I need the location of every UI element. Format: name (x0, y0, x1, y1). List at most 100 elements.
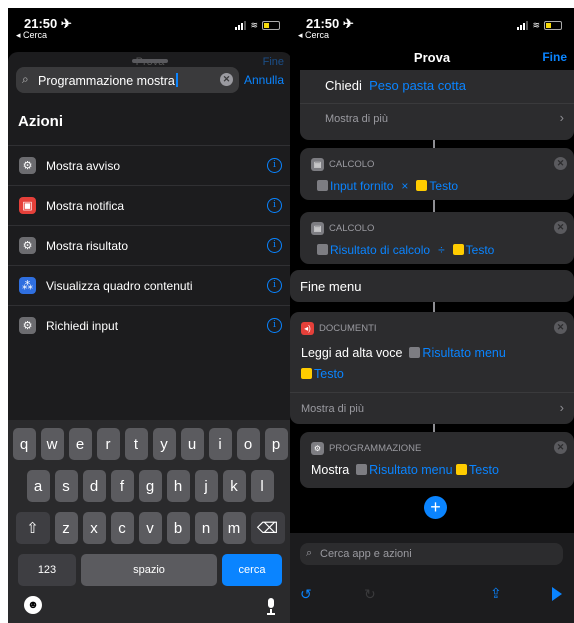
battery-icon (262, 21, 280, 30)
key-s[interactable]: s (54, 470, 78, 502)
card-header: DOCUMENTI (319, 323, 377, 334)
back-to-search-link[interactable]: ◂ Cerca (16, 30, 47, 41)
key-l[interactable]: l (250, 470, 274, 502)
variable-token[interactable]: Testo (469, 463, 499, 477)
info-icon[interactable]: i (267, 318, 282, 333)
remove-action-button[interactable]: ✕ (554, 321, 567, 334)
variable-icon (409, 347, 421, 358)
key-i[interactable]: i (208, 428, 232, 460)
gear-icon: ⚙ (19, 237, 36, 254)
show-more-link[interactable]: Mostra di più (301, 403, 364, 415)
variable-token[interactable]: Testo (314, 367, 344, 381)
calculator-icon: ▤ (311, 222, 324, 235)
key-w[interactable]: w (40, 428, 64, 460)
menu-result-token[interactable]: Risultato menu (422, 346, 505, 360)
editor-toolbar: ↺ ↻ ⇪ (290, 585, 574, 608)
info-icon[interactable]: i (267, 278, 282, 293)
action-mostra-notifica[interactable]: ▣ Mostra notifica i (8, 185, 292, 225)
connector-line (433, 424, 435, 432)
key-b[interactable]: b (166, 512, 190, 544)
ask-card[interactable]: Chiedi Peso pasta cotta Mostra di più › (300, 70, 574, 140)
variable-icon (356, 464, 368, 475)
shift-key[interactable]: ⇧ (15, 512, 50, 544)
clear-search-button[interactable]: ✕ (220, 73, 233, 86)
search-key[interactable]: cerca (222, 554, 282, 586)
speak-text-card[interactable]: ◂) DOCUMENTI ✕ Leggi ad alta voce Risulta… (290, 312, 574, 424)
sheet-grabber[interactable] (132, 59, 168, 63)
cancel-button[interactable]: Annulla (244, 73, 284, 87)
action-visualizza-quadro-contenuti[interactable]: ⁂ Visualizza quadro contenuti i (8, 265, 292, 305)
key-g[interactable]: g (138, 470, 162, 502)
key-d[interactable]: d (82, 470, 106, 502)
key-a[interactable]: a (26, 470, 50, 502)
operator-token[interactable]: ÷ (438, 243, 445, 257)
menu-result-token[interactable]: Risultato menu (369, 463, 452, 477)
chevron-right-icon: › (559, 110, 564, 125)
ask-prompt-token[interactable]: Peso pasta cotta (369, 78, 466, 93)
numbers-key[interactable]: 123 (18, 554, 76, 586)
key-r[interactable]: r (96, 428, 120, 460)
input-token[interactable]: Risultato di calcolo (330, 243, 430, 257)
info-icon[interactable]: i (267, 158, 282, 173)
action-mostra-avviso[interactable]: ⚙ Mostra avviso i (8, 145, 292, 185)
add-action-button[interactable]: + (424, 496, 447, 519)
key-f[interactable]: f (110, 470, 134, 502)
key-z[interactable]: z (54, 512, 78, 544)
back-to-search-link[interactable]: ◂ Cerca (298, 30, 329, 41)
operator-token[interactable]: × (401, 179, 408, 193)
key-j[interactable]: j (194, 470, 218, 502)
action-label: Mostra avviso (46, 158, 121, 173)
signal-icon (235, 21, 247, 30)
search-input[interactable]: Programmazione mostra (38, 74, 175, 88)
keyboard-row-1: q w e r t y u i o p (8, 428, 292, 460)
variable-token[interactable]: Testo (466, 243, 495, 257)
key-n[interactable]: n (194, 512, 218, 544)
end-menu-card[interactable]: Fine menu (290, 270, 574, 302)
action-search-field[interactable]: ⌕ Cerca app e azioni (300, 543, 563, 565)
backspace-key[interactable]: ⌫ (250, 512, 285, 544)
play-icon[interactable] (552, 587, 562, 601)
key-y[interactable]: y (152, 428, 176, 460)
action-label: Visualizza quadro contenuti (46, 278, 193, 293)
key-v[interactable]: v (138, 512, 162, 544)
section-title: Azioni (18, 113, 63, 130)
action-richiedi-input[interactable]: ⚙ Richiedi input i (8, 305, 292, 345)
search-field[interactable]: ⌕ Programmazione mostra ✕ (16, 67, 239, 93)
action-mostra-risultato[interactable]: ⚙ Mostra risultato i (8, 225, 292, 265)
info-icon[interactable]: i (267, 198, 282, 213)
key-m[interactable]: m (222, 512, 246, 544)
input-token[interactable]: Input fornito (330, 179, 393, 193)
variable-icon (317, 244, 328, 255)
undo-icon[interactable]: ↺ (300, 586, 312, 603)
key-p[interactable]: p (264, 428, 288, 460)
redo-icon[interactable]: ↻ (364, 586, 376, 603)
share-icon[interactable]: ⇪ (490, 585, 502, 602)
remove-action-button[interactable]: ✕ (554, 221, 567, 234)
action-label: Mostra notifica (46, 198, 125, 213)
key-c[interactable]: c (110, 512, 134, 544)
show-more-link[interactable]: Mostra di più (325, 113, 388, 125)
key-x[interactable]: x (82, 512, 106, 544)
key-h[interactable]: h (166, 470, 190, 502)
connector-line (433, 200, 435, 212)
emoji-icon[interactable]: ☻ (24, 596, 42, 614)
calculate-card-1[interactable]: ▤ CALCOLO ✕ Input fornito × Testo (300, 148, 574, 200)
search-icon: ⌕ (306, 547, 313, 559)
remove-action-button[interactable]: ✕ (554, 157, 567, 170)
key-u[interactable]: u (180, 428, 204, 460)
space-key[interactable]: spazio (81, 554, 217, 586)
key-o[interactable]: o (236, 428, 260, 460)
status-icons: ≋ (235, 20, 280, 31)
done-button[interactable]: Fine (542, 50, 567, 64)
key-t[interactable]: t (124, 428, 148, 460)
key-q[interactable]: q (12, 428, 36, 460)
info-icon[interactable]: i (267, 238, 282, 253)
microphone-icon[interactable] (266, 598, 276, 615)
show-result-card[interactable]: ⚙ PROGRAMMAZIONE ✕ Mostra Risultato menu … (300, 432, 574, 488)
key-k[interactable]: k (222, 470, 246, 502)
variable-icon (301, 368, 312, 379)
remove-action-button[interactable]: ✕ (554, 441, 567, 454)
calculate-card-2[interactable]: ▤ CALCOLO ✕ Risultato di calcolo ÷ Testo (300, 212, 574, 264)
variable-token[interactable]: Testo (429, 179, 458, 193)
key-e[interactable]: e (68, 428, 92, 460)
